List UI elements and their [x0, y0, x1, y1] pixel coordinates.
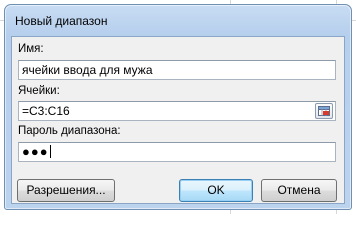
dialog-body: Имя: ячейки ввода для мужа Ячейки: =C3:C…: [11, 36, 345, 204]
permissions-button[interactable]: Разрешения...: [17, 179, 115, 202]
new-range-dialog: Новый диапазон Имя: ячейки ввода для муж…: [4, 4, 352, 210]
password-label: Пароль диапазона:: [18, 125, 121, 137]
collapse-dialog-button[interactable]: [315, 103, 333, 119]
dialog-title: Новый диапазон: [15, 14, 108, 28]
cells-input[interactable]: =C3:C16: [18, 101, 336, 121]
text-caret: [49, 145, 51, 158]
name-label-text: Имя:: [18, 43, 44, 55]
password-input[interactable]: ●●●: [18, 142, 336, 162]
cells-label-text: Ячейки:: [18, 85, 60, 97]
cells-label: Ячейки:: [18, 85, 60, 97]
name-input[interactable]: ячейки ввода для мужа: [18, 60, 336, 80]
cancel-button[interactable]: Отмена: [261, 179, 337, 202]
ok-button[interactable]: OK: [179, 179, 253, 202]
password-label-text: Пароль диапазона:: [18, 125, 121, 137]
name-label: Имя:: [18, 43, 44, 55]
cells-input-value: =C3:C16: [22, 104, 70, 118]
password-input-value: ●●●: [22, 144, 49, 159]
range-select-icon: [318, 106, 330, 116]
